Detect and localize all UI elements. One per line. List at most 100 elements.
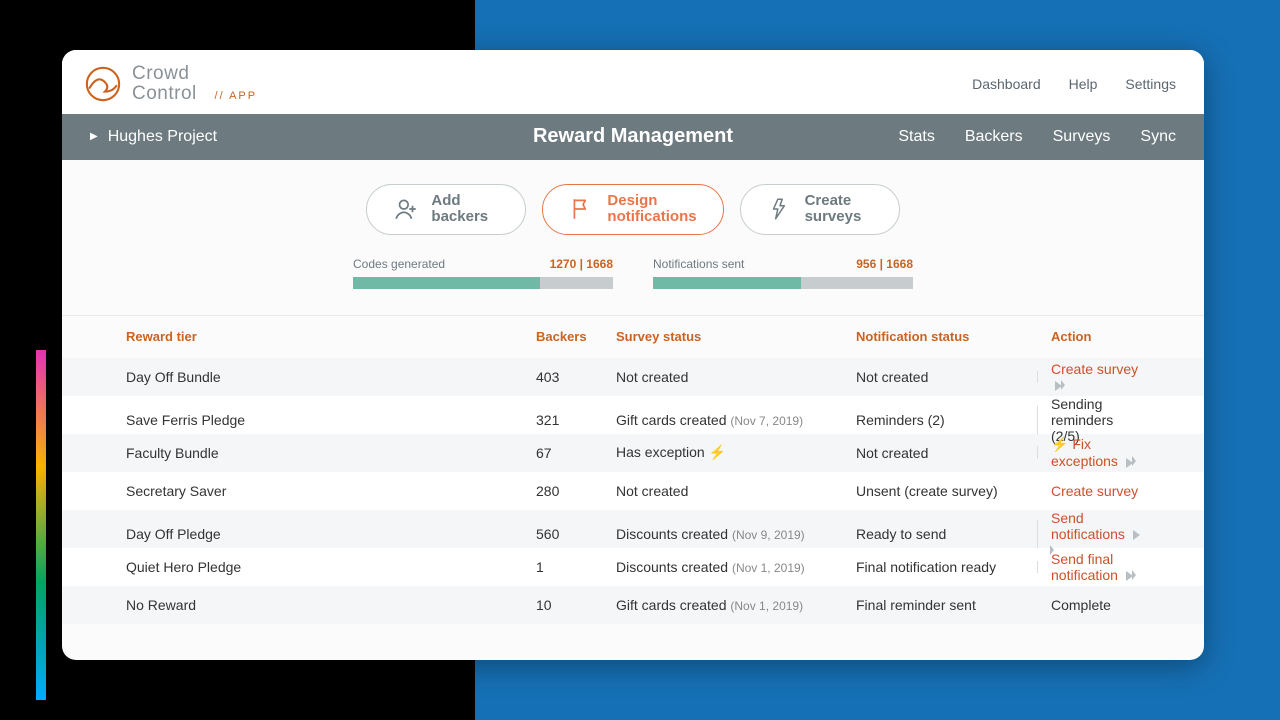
action-link[interactable]: Complete xyxy=(1051,597,1111,613)
table-row: Quiet Hero Pledge1Discounts created (Nov… xyxy=(62,548,1204,586)
action-pill-row: Addbackers Designnotifications Createsur… xyxy=(62,160,1204,257)
subnav-sync[interactable]: Sync xyxy=(1140,128,1176,146)
progress-notifs-count: 956 | 1668 xyxy=(856,257,913,271)
progress-codes-fill xyxy=(353,277,540,289)
subnav-stats[interactable]: Stats xyxy=(898,128,934,146)
cell-tier: Faculty Bundle xyxy=(112,445,522,461)
nav-settings[interactable]: Settings xyxy=(1125,76,1176,92)
cell-survey: Discounts created (Nov 9, 2019) xyxy=(602,526,842,542)
action-link[interactable]: ⚡ Fix exceptions xyxy=(1051,436,1136,469)
pill-design-line2: notifications xyxy=(607,209,696,226)
progress-notifications: Notifications sent 956 | 1668 xyxy=(653,257,913,289)
table-row: Faculty Bundle67Has exception ⚡Not creat… xyxy=(62,434,1204,472)
table-row: Secretary Saver280Not created Unsent (cr… xyxy=(62,472,1204,510)
project-name: Hughes Project xyxy=(108,128,217,146)
table-row: Day Off Pledge560Discounts created (Nov … xyxy=(62,510,1204,548)
progress-notifs-fill xyxy=(653,277,801,289)
wave-logo-icon xyxy=(84,65,122,103)
cell-action[interactable]: Create survey xyxy=(1037,483,1154,499)
progress-codes: Codes generated 1270 | 1668 xyxy=(353,257,613,289)
col-tier: Reward tier xyxy=(112,329,522,344)
cell-survey: Discounts created (Nov 1, 2019) xyxy=(602,559,842,575)
pill-create-line1: Create xyxy=(805,193,862,210)
cell-backers: 67 xyxy=(522,445,602,461)
survey-date: (Nov 9, 2019) xyxy=(732,528,805,542)
pill-add-line2: backers xyxy=(431,209,488,226)
progress-notifs-bar xyxy=(653,277,913,289)
page-title: Reward Management xyxy=(533,125,733,148)
cell-notification: Final notification ready xyxy=(842,559,1037,575)
user-plus-icon xyxy=(393,196,419,222)
survey-date: (Nov 1, 2019) xyxy=(730,599,803,613)
bolt-icon: ⚡ xyxy=(709,444,726,460)
project-selector[interactable]: ▶ Hughes Project xyxy=(90,128,217,146)
cell-survey: Gift cards created (Nov 1, 2019) xyxy=(602,597,842,613)
brand-line1: Crowd xyxy=(132,64,257,84)
cell-action[interactable]: Create survey xyxy=(1037,361,1154,393)
cell-action[interactable]: ⚡ Fix exceptions xyxy=(1037,436,1154,469)
brand-text: Crowd Control // APP xyxy=(132,64,257,104)
subnav-surveys[interactable]: Surveys xyxy=(1053,128,1111,146)
pill-create-line2: surveys xyxy=(805,209,862,226)
progress-codes-label: Codes generated xyxy=(353,257,445,271)
reward-table: Reward tier Backers Survey status Notifi… xyxy=(62,315,1204,624)
table-row: Day Off Bundle403Not created Not created… xyxy=(62,358,1204,396)
progress-row: Codes generated 1270 | 1668 Notification… xyxy=(62,257,1204,315)
cell-backers: 560 xyxy=(522,526,602,542)
progress-codes-count: 1270 | 1668 xyxy=(550,257,613,271)
table-row: No Reward10Gift cards created (Nov 1, 20… xyxy=(62,586,1204,624)
cell-tier: Quiet Hero Pledge xyxy=(112,559,522,575)
action-link[interactable]: Send final notification xyxy=(1051,551,1136,583)
brand-suffix: // APP xyxy=(215,90,258,102)
action-link[interactable]: Create survey xyxy=(1051,361,1138,393)
nav-help[interactable]: Help xyxy=(1069,76,1098,92)
table-header: Reward tier Backers Survey status Notifi… xyxy=(62,316,1204,358)
table-row: Save Ferris Pledge321Gift cards created … xyxy=(62,396,1204,434)
progress-notifs-label: Notifications sent xyxy=(653,257,744,271)
pill-design-line1: Design xyxy=(607,193,696,210)
survey-date: (Nov 1, 2019) xyxy=(732,561,805,575)
cell-backers: 1 xyxy=(522,559,602,575)
cell-survey: Gift cards created (Nov 7, 2019) xyxy=(602,412,842,428)
sub-nav: Stats Backers Surveys Sync xyxy=(898,128,1176,146)
col-action: Action xyxy=(1037,329,1154,344)
top-nav: Dashboard Help Settings xyxy=(972,76,1176,92)
create-surveys-button[interactable]: Createsurveys xyxy=(740,184,900,235)
cell-backers: 280 xyxy=(522,483,602,499)
cell-notification: Ready to send xyxy=(842,526,1037,542)
cell-tier: Secretary Saver xyxy=(112,483,522,499)
progress-codes-bar xyxy=(353,277,613,289)
action-link[interactable]: Create survey xyxy=(1051,483,1138,499)
decorative-stripe xyxy=(36,350,46,700)
cell-notification: Not created xyxy=(842,445,1037,461)
app-window: Crowd Control // APP Dashboard Help Sett… xyxy=(62,50,1204,660)
cell-notification: Unsent (create survey) xyxy=(842,483,1037,499)
brand[interactable]: Crowd Control // APP xyxy=(84,64,257,104)
subbar: ▶ Hughes Project Reward Management Stats… xyxy=(62,114,1204,160)
play-icon xyxy=(1132,570,1136,580)
flag-icon xyxy=(569,196,595,222)
brand-line2: Control xyxy=(132,83,197,104)
nav-dashboard[interactable]: Dashboard xyxy=(972,76,1041,92)
cell-backers: 321 xyxy=(522,412,602,428)
add-backers-button[interactable]: Addbackers xyxy=(366,184,526,235)
cell-action[interactable]: Send final notification xyxy=(1037,551,1154,583)
topbar: Crowd Control // APP Dashboard Help Sett… xyxy=(62,50,1204,114)
cell-notification: Final reminder sent xyxy=(842,597,1037,613)
cell-notification: Reminders (2) xyxy=(842,412,1037,428)
bolt-icon: ⚡ xyxy=(1051,436,1072,452)
cell-notification: Not created xyxy=(842,369,1037,385)
design-notifications-button[interactable]: Designnotifications xyxy=(542,184,723,235)
cell-survey: Has exception ⚡ xyxy=(602,444,842,461)
col-notif: Notification status xyxy=(842,329,1037,344)
cell-tier: Day Off Pledge xyxy=(112,526,522,542)
cell-tier: No Reward xyxy=(112,597,522,613)
cell-backers: 10 xyxy=(522,597,602,613)
play-icon xyxy=(1061,380,1065,390)
cell-action[interactable]: Complete xyxy=(1037,597,1154,613)
col-backers: Backers xyxy=(522,329,602,344)
cell-tier: Day Off Bundle xyxy=(112,369,522,385)
lightning-icon xyxy=(767,196,793,222)
subnav-backers[interactable]: Backers xyxy=(965,128,1023,146)
play-icon xyxy=(1132,456,1136,466)
